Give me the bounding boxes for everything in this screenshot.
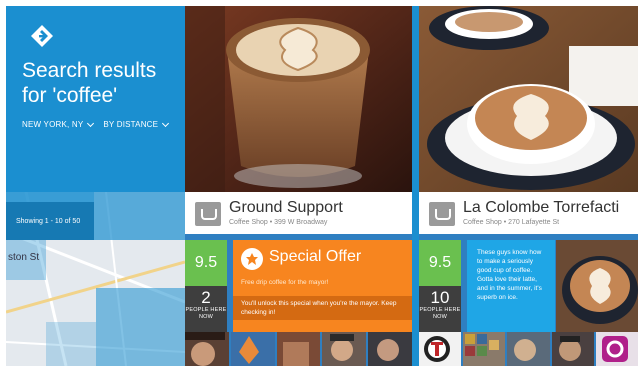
venue-card-ground-support[interactable]: Ground Support Coffee Shop • 399 W Broad…	[185, 6, 412, 366]
venue-tip[interactable]: These guys know how to make a seriously …	[467, 240, 555, 332]
search-title: Search results for 'coffee'	[22, 58, 182, 108]
cappuccino-photo	[419, 6, 638, 192]
visitor-photo[interactable]	[322, 332, 367, 366]
people-here-tile: 2 PEOPLE HERE NOW	[185, 286, 227, 332]
coffee-cup-icon	[195, 202, 221, 226]
venue-header[interactable]: Ground Support Coffee Shop • 399 W Broad…	[185, 192, 412, 234]
special-offer-unlock-note: You'll unlock this special when you're t…	[233, 296, 412, 320]
venue-score: 9.5	[419, 240, 461, 286]
special-offer-tile[interactable]: Special Offer Free drip coffee for the m…	[233, 240, 412, 332]
card-divider	[412, 6, 419, 366]
results-count: Showing 1 - 10 of 50	[6, 202, 94, 240]
visitor-photos	[185, 332, 412, 366]
people-here-count: 2	[201, 288, 211, 307]
sort-filter-label: BY DISTANCE	[103, 120, 159, 129]
map-tile	[46, 322, 96, 366]
people-here-label-2: NOW	[198, 314, 214, 320]
venue-card-la-colombe[interactable]: La Colombe Torrefacti Coffee Shop • 270 …	[419, 6, 638, 366]
venue-header[interactable]: La Colombe Torrefacti Coffee Shop • 270 …	[419, 192, 638, 234]
app-frame: Search results for 'coffee' NEW YORK, NY…	[6, 6, 638, 366]
venue-name: Ground Support	[229, 199, 343, 216]
venue-name: La Colombe Torrefacti	[463, 199, 620, 216]
people-here-count: 10	[430, 288, 450, 307]
special-offer-title: Special Offer	[269, 248, 362, 265]
search-title-line-2: for 'coffee'	[22, 84, 118, 107]
visitor-photo[interactable]	[507, 332, 550, 366]
venue-photo	[185, 6, 412, 192]
map-tile	[6, 192, 94, 202]
chevron-down-icon	[87, 119, 95, 127]
coffee-cup-icon	[429, 202, 455, 226]
venue-category-address: Coffee Shop • 270 Lafayette St	[463, 219, 560, 226]
people-here-tile: 10 PEOPLE HERE NOW	[419, 286, 461, 332]
latte-photo	[185, 6, 412, 192]
people-here-label-1: PEOPLE HERE	[185, 307, 227, 313]
chevron-down-icon	[162, 119, 170, 127]
search-title-line-1: Search results	[22, 59, 157, 82]
visitor-photo[interactable]	[276, 332, 321, 366]
venue-score: 9.5	[185, 240, 227, 286]
sort-filter[interactable]: BY DISTANCE	[103, 119, 170, 129]
visitor-photo[interactable]	[230, 332, 275, 366]
venue-category-address: Coffee Shop • 399 W Broadway	[229, 219, 328, 226]
location-filter[interactable]: NEW YORK, NY	[22, 119, 95, 129]
special-offer-badge-icon	[241, 248, 263, 270]
location-filter-label: NEW YORK, NY	[22, 120, 84, 129]
visitor-photo[interactable]	[595, 332, 638, 366]
map-tile	[96, 288, 185, 366]
foursquare-logo-icon[interactable]	[30, 24, 54, 48]
people-here-label-2: NOW	[432, 314, 448, 320]
venue-photo	[419, 6, 638, 192]
visitor-photo[interactable]	[368, 332, 412, 366]
map-street-label: ston St	[8, 252, 40, 263]
visitor-photo[interactable]	[419, 332, 462, 366]
special-offer-text: Free drip coffee for the mayor!	[241, 279, 329, 286]
search-panel: Search results for 'coffee' NEW YORK, NY…	[6, 6, 185, 366]
map-tile	[94, 192, 185, 240]
people-here-label-1: PEOPLE HERE	[419, 307, 461, 313]
visitor-photo[interactable]	[551, 332, 594, 366]
visitor-photo[interactable]	[463, 332, 506, 366]
tip-photo[interactable]	[556, 240, 638, 332]
filter-bar: NEW YORK, NY BY DISTANCE	[22, 119, 170, 129]
visitor-photos	[419, 332, 638, 366]
visitor-photo[interactable]	[185, 332, 229, 366]
